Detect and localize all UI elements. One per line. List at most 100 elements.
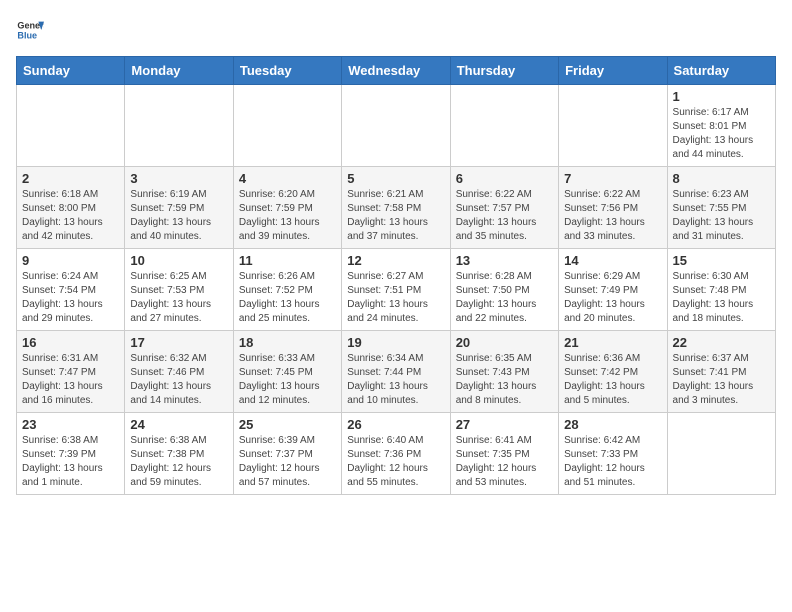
day-number: 24 xyxy=(130,417,227,432)
calendar-cell: 12 Sunrise: 6:27 AM Sunset: 7:51 PM Dayli… xyxy=(342,249,450,331)
calendar-cell: 6 Sunrise: 6:22 AM Sunset: 7:57 PM Daylig… xyxy=(450,167,558,249)
day-number: 11 xyxy=(239,253,336,268)
calendar-cell: 23Sunrise: 6:38 AM Sunset: 7:39 PM Dayli… xyxy=(17,413,125,495)
calendar-cell: 20 Sunrise: 6:35 AM Sunset: 7:43 PM Dayli… xyxy=(450,331,558,413)
day-info: Sunrise: 6:28 AM Sunset: 7:50 PM Dayligh… xyxy=(456,270,553,326)
weekday-header-tuesday: Tuesday xyxy=(233,57,341,85)
day-info: Sunrise: 6:27 AM Sunset: 7:51 PM Dayligh… xyxy=(347,270,444,326)
calendar-cell: 28 Sunrise: 6:42 AM Sunset: 7:33 PM Dayli… xyxy=(559,413,667,495)
calendar-week-5: 23Sunrise: 6:38 AM Sunset: 7:39 PM Dayli… xyxy=(17,413,776,495)
calendar-cell: 8 Sunrise: 6:23 AM Sunset: 7:55 PM Daylig… xyxy=(667,167,775,249)
day-number: 20 xyxy=(456,335,553,350)
day-number: 6 xyxy=(456,171,553,186)
day-info: Sunrise: 6:31 AM Sunset: 7:47 PM Dayligh… xyxy=(22,352,119,408)
calendar-cell xyxy=(667,413,775,495)
calendar-cell: 10 Sunrise: 6:25 AM Sunset: 7:53 PM Dayli… xyxy=(125,249,233,331)
day-info: Sunrise: 6:18 AM Sunset: 8:00 PM Dayligh… xyxy=(22,188,119,244)
calendar-cell: 15 Sunrise: 6:30 AM Sunset: 7:48 PM Dayli… xyxy=(667,249,775,331)
day-info: Sunrise: 6:23 AM Sunset: 7:55 PM Dayligh… xyxy=(673,188,770,244)
day-number: 21 xyxy=(564,335,661,350)
calendar-cell: 22 Sunrise: 6:37 AM Sunset: 7:41 PM Dayli… xyxy=(667,331,775,413)
day-info: Sunrise: 6:25 AM Sunset: 7:53 PM Dayligh… xyxy=(130,270,227,326)
day-info: Sunrise: 6:20 AM Sunset: 7:59 PM Dayligh… xyxy=(239,188,336,244)
calendar-cell: 17 Sunrise: 6:32 AM Sunset: 7:46 PM Dayli… xyxy=(125,331,233,413)
weekday-header-wednesday: Wednesday xyxy=(342,57,450,85)
day-info: Sunrise: 6:24 AM Sunset: 7:54 PM Dayligh… xyxy=(22,270,119,326)
weekday-header-monday: Monday xyxy=(125,57,233,85)
calendar-cell xyxy=(125,85,233,167)
calendar-cell: 1Sunrise: 6:17 AM Sunset: 8:01 PM Daylig… xyxy=(667,85,775,167)
calendar-cell xyxy=(450,85,558,167)
day-info: Sunrise: 6:36 AM Sunset: 7:42 PM Dayligh… xyxy=(564,352,661,408)
day-number: 12 xyxy=(347,253,444,268)
day-info: Sunrise: 6:29 AM Sunset: 7:49 PM Dayligh… xyxy=(564,270,661,326)
weekday-header-sunday: Sunday xyxy=(17,57,125,85)
day-info: Sunrise: 6:30 AM Sunset: 7:48 PM Dayligh… xyxy=(673,270,770,326)
day-info: Sunrise: 6:38 AM Sunset: 7:38 PM Dayligh… xyxy=(130,434,227,490)
day-number: 18 xyxy=(239,335,336,350)
day-number: 2 xyxy=(22,171,119,186)
day-number: 3 xyxy=(130,171,227,186)
day-info: Sunrise: 6:19 AM Sunset: 7:59 PM Dayligh… xyxy=(130,188,227,244)
day-info: Sunrise: 6:37 AM Sunset: 7:41 PM Dayligh… xyxy=(673,352,770,408)
calendar-cell: 24 Sunrise: 6:38 AM Sunset: 7:38 PM Dayli… xyxy=(125,413,233,495)
calendar-week-4: 16 Sunrise: 6:31 AM Sunset: 7:47 PM Dayli… xyxy=(17,331,776,413)
day-info: Sunrise: 6:34 AM Sunset: 7:44 PM Dayligh… xyxy=(347,352,444,408)
calendar-cell: 7 Sunrise: 6:22 AM Sunset: 7:56 PM Daylig… xyxy=(559,167,667,249)
day-number: 15 xyxy=(673,253,770,268)
calendar-cell xyxy=(233,85,341,167)
day-number: 14 xyxy=(564,253,661,268)
day-number: 13 xyxy=(456,253,553,268)
day-number: 17 xyxy=(130,335,227,350)
day-number: 9 xyxy=(22,253,119,268)
calendar-cell: 27 Sunrise: 6:41 AM Sunset: 7:35 PM Dayli… xyxy=(450,413,558,495)
day-info: Sunrise: 6:21 AM Sunset: 7:58 PM Dayligh… xyxy=(347,188,444,244)
weekday-header-friday: Friday xyxy=(559,57,667,85)
day-info: Sunrise: 6:41 AM Sunset: 7:35 PM Dayligh… xyxy=(456,434,553,490)
calendar-cell: 26 Sunrise: 6:40 AM Sunset: 7:36 PM Dayli… xyxy=(342,413,450,495)
weekday-header-saturday: Saturday xyxy=(667,57,775,85)
day-info: Sunrise: 6:32 AM Sunset: 7:46 PM Dayligh… xyxy=(130,352,227,408)
calendar-cell: 3 Sunrise: 6:19 AM Sunset: 7:59 PM Daylig… xyxy=(125,167,233,249)
day-number: 7 xyxy=(564,171,661,186)
weekday-header-thursday: Thursday xyxy=(450,57,558,85)
day-info: Sunrise: 6:39 AM Sunset: 7:37 PM Dayligh… xyxy=(239,434,336,490)
calendar-cell: 18 Sunrise: 6:33 AM Sunset: 7:45 PM Dayli… xyxy=(233,331,341,413)
calendar-cell: 5 Sunrise: 6:21 AM Sunset: 7:58 PM Daylig… xyxy=(342,167,450,249)
calendar-cell: 14 Sunrise: 6:29 AM Sunset: 7:49 PM Dayli… xyxy=(559,249,667,331)
calendar-cell xyxy=(17,85,125,167)
day-number: 27 xyxy=(456,417,553,432)
calendar-cell: 16 Sunrise: 6:31 AM Sunset: 7:47 PM Dayli… xyxy=(17,331,125,413)
logo-icon: General Blue xyxy=(16,16,44,44)
day-info: Sunrise: 6:22 AM Sunset: 7:56 PM Dayligh… xyxy=(564,188,661,244)
page-header: General Blue xyxy=(16,16,776,44)
day-info: Sunrise: 6:35 AM Sunset: 7:43 PM Dayligh… xyxy=(456,352,553,408)
day-number: 10 xyxy=(130,253,227,268)
day-number: 22 xyxy=(673,335,770,350)
calendar-cell xyxy=(342,85,450,167)
calendar-cell: 4Sunrise: 6:20 AM Sunset: 7:59 PM Daylig… xyxy=(233,167,341,249)
day-number: 26 xyxy=(347,417,444,432)
day-number: 25 xyxy=(239,417,336,432)
calendar-cell: 2 Sunrise: 6:18 AM Sunset: 8:00 PM Daylig… xyxy=(17,167,125,249)
day-info: Sunrise: 6:40 AM Sunset: 7:36 PM Dayligh… xyxy=(347,434,444,490)
day-number: 8 xyxy=(673,171,770,186)
calendar-week-3: 9 Sunrise: 6:24 AM Sunset: 7:54 PM Daylig… xyxy=(17,249,776,331)
day-info: Sunrise: 6:17 AM Sunset: 8:01 PM Dayligh… xyxy=(673,106,770,162)
day-number: 16 xyxy=(22,335,119,350)
calendar-cell: 25 Sunrise: 6:39 AM Sunset: 7:37 PM Dayli… xyxy=(233,413,341,495)
calendar-cell: 11Sunrise: 6:26 AM Sunset: 7:52 PM Dayli… xyxy=(233,249,341,331)
day-info: Sunrise: 6:33 AM Sunset: 7:45 PM Dayligh… xyxy=(239,352,336,408)
calendar-cell: 13 Sunrise: 6:28 AM Sunset: 7:50 PM Dayli… xyxy=(450,249,558,331)
calendar-table: SundayMondayTuesdayWednesdayThursdayFrid… xyxy=(16,56,776,495)
logo: General Blue xyxy=(16,16,44,44)
day-info: Sunrise: 6:22 AM Sunset: 7:57 PM Dayligh… xyxy=(456,188,553,244)
calendar-week-2: 2 Sunrise: 6:18 AM Sunset: 8:00 PM Daylig… xyxy=(17,167,776,249)
day-number: 28 xyxy=(564,417,661,432)
calendar-cell: 19Sunrise: 6:34 AM Sunset: 7:44 PM Dayli… xyxy=(342,331,450,413)
day-number: 5 xyxy=(347,171,444,186)
day-number: 23 xyxy=(22,417,119,432)
day-info: Sunrise: 6:42 AM Sunset: 7:33 PM Dayligh… xyxy=(564,434,661,490)
calendar-cell: 9 Sunrise: 6:24 AM Sunset: 7:54 PM Daylig… xyxy=(17,249,125,331)
svg-text:Blue: Blue xyxy=(17,30,37,40)
